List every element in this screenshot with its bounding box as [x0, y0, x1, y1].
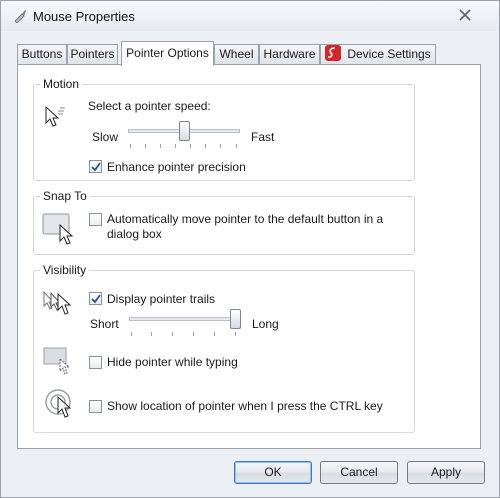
slow-label: Slow [92, 130, 119, 144]
slider-thumb[interactable] [230, 309, 241, 329]
tab-label: Device Settings [347, 47, 431, 61]
slider-tick [130, 144, 131, 148]
pointer-location-icon [45, 389, 72, 418]
pointer-trails-icon [43, 290, 72, 315]
slider-tick [145, 144, 146, 148]
hide-pointer-label[interactable]: Hide pointer while typing [107, 355, 238, 369]
slider-tick [151, 332, 152, 336]
pointer-speed-icon [45, 105, 65, 127]
visibility-legend: Visibility [40, 263, 90, 277]
snap-to-group: Snap To Automatically move pointer to th… [33, 189, 415, 255]
title-bar[interactable]: Mouse Properties [1, 1, 499, 31]
tab-hardware[interactable]: Hardware [259, 44, 320, 65]
ctrl-location-checkbox[interactable] [89, 400, 102, 413]
slider-thumb[interactable] [179, 121, 190, 141]
pointer-trails-checkbox[interactable] [89, 292, 102, 305]
snap-to-label-line1[interactable]: Automatically move pointer to the defaul… [107, 212, 383, 226]
pointer-speed-label: Select a pointer speed: [88, 99, 211, 113]
apply-button[interactable]: Apply [407, 461, 485, 484]
pointer-trails-label[interactable]: Display pointer trails [107, 292, 215, 306]
slider-tick [175, 144, 176, 148]
window-title: Mouse Properties [33, 9, 135, 24]
motion-legend: Motion [40, 77, 83, 91]
short-label: Short [90, 317, 119, 331]
snap-to-button-icon [42, 213, 74, 245]
tab-label: Hardware [263, 47, 316, 61]
slider-tick [193, 332, 194, 336]
long-label: Long [252, 317, 279, 331]
ctrl-location-label[interactable]: Show location of pointer when I press th… [107, 399, 383, 413]
slider-tick [235, 332, 236, 336]
tab-pointer-options[interactable]: Pointer Options [121, 41, 214, 66]
tab-label: Wheel [219, 47, 254, 61]
pointer-speed-slider[interactable] [128, 121, 240, 149]
checkmark-icon [91, 294, 101, 304]
checkmark-icon [91, 162, 101, 172]
tab-label: Buttons [21, 47, 63, 61]
slider-tick [214, 332, 215, 336]
ok-label: OK [264, 465, 282, 479]
snap-to-label-line2[interactable]: dialog box [107, 227, 162, 241]
slider-tick [172, 332, 173, 336]
close-button[interactable] [453, 6, 477, 24]
slider-tick [190, 144, 191, 148]
pointer-options-panel: Motion Select a pointer speed: Slow Fast [17, 64, 481, 449]
snap-to-legend: Snap To [40, 189, 90, 203]
slider-tick [220, 144, 221, 148]
synaptics-icon [325, 45, 342, 61]
cancel-button[interactable]: Cancel [320, 461, 398, 484]
tab-wheel[interactable]: Wheel [214, 44, 259, 65]
fast-label: Fast [251, 130, 275, 144]
slider-track [129, 317, 241, 321]
trail-length-slider[interactable] [129, 309, 241, 337]
motion-group: Motion Select a pointer speed: Slow Fast [33, 77, 415, 181]
tab-device-settings[interactable]: Device Settings [320, 44, 436, 65]
tab-label: Pointers [70, 47, 115, 61]
tab-buttons[interactable]: Buttons [17, 44, 67, 65]
cancel-label: Cancel [340, 465, 378, 479]
enhance-precision-label[interactable]: Enhance pointer precision [107, 160, 246, 174]
hide-pointer-icon [43, 347, 71, 375]
mouse-properties-window: Mouse Properties Buttons Pointers Pointe… [0, 0, 500, 498]
ok-button[interactable]: OK [234, 461, 312, 484]
tab-label: Pointer Options [126, 46, 209, 60]
enhance-precision-checkbox[interactable] [89, 160, 102, 173]
tab-pointers[interactable]: Pointers [67, 44, 118, 65]
slider-tick [236, 144, 237, 148]
slider-tick [131, 332, 132, 336]
hide-pointer-checkbox[interactable] [89, 356, 102, 369]
apply-label: Apply [430, 465, 462, 479]
slider-tick [160, 144, 161, 148]
slider-tick [205, 144, 206, 148]
close-icon [459, 9, 471, 21]
visibility-group: Visibility Display pointer trails Short … [33, 263, 415, 433]
mouse-icon [14, 10, 26, 23]
snap-to-checkbox[interactable] [89, 213, 102, 226]
